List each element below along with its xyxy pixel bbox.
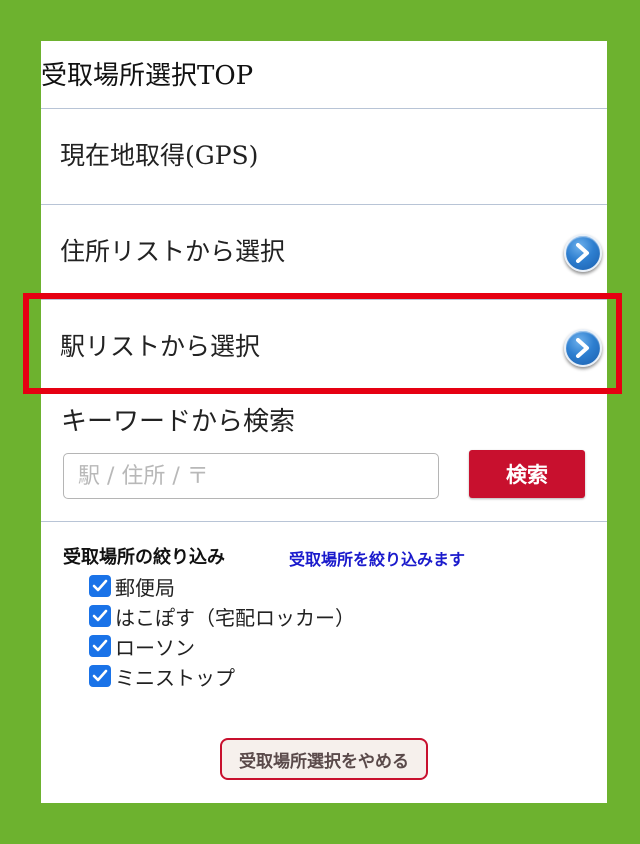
checkbox[interactable] [89,665,111,687]
filter-option-label: 郵便局 [115,575,175,600]
checkbox[interactable] [89,605,111,627]
filter-option-ministop[interactable]: ミニストップ [89,662,235,690]
keyword-search-heading: キーワードから検索 [61,407,296,437]
cancel-selection-button[interactable]: 受取場所選択をやめる [220,738,428,780]
divider [41,521,607,522]
menu-item-label: 現在地取得(GPS) [60,141,259,170]
filter-option-lawson[interactable]: ローソン [89,632,195,660]
filter-option-label: はこぽす（宅配ロッカー） [115,605,355,630]
menu-item-label: 駅リストから選択 [60,332,261,361]
filter-option-post-office[interactable]: 郵便局 [89,572,175,600]
checkmark-icon [92,639,108,652]
main-panel: 受取場所選択TOP 現在地取得(GPS) 住所リストから選択 駅リストから選択 … [41,41,607,803]
menu-item-label: 住所リストから選択 [60,237,286,266]
checkbox[interactable] [89,575,111,597]
menu-item-gps[interactable]: 現在地取得(GPS) [41,109,607,203]
checkbox[interactable] [89,635,111,657]
search-button[interactable]: 検索 [469,450,585,498]
page-title: 受取場所選択TOP [41,61,254,91]
search-input[interactable] [63,453,439,499]
filter-option-hakopost[interactable]: はこぽす（宅配ロッカー） [89,602,355,630]
filter-option-label: ローソン [115,635,195,660]
chevron-right-icon[interactable] [564,329,602,367]
filter-note: 受取場所を絞り込みます [289,550,466,569]
filter-heading: 受取場所の絞り込み [63,547,225,568]
chevron-right-icon[interactable] [564,234,602,272]
menu-item-station-list[interactable]: 駅リストから選択 [41,300,607,394]
menu-item-address-list[interactable]: 住所リストから選択 [41,205,607,299]
checkmark-icon [92,579,108,592]
checkmark-icon [92,609,108,622]
checkmark-icon [92,669,108,682]
filter-option-label: ミニストップ [115,665,235,690]
